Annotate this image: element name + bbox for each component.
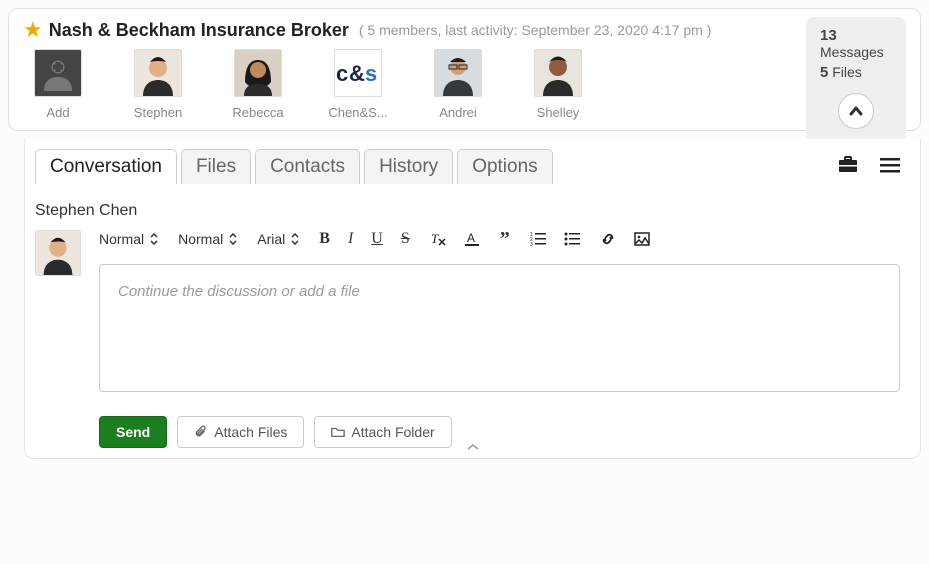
composer-actions: Send Attach Files Attach Folder xyxy=(99,416,900,448)
tab-contacts[interactable]: Contacts xyxy=(255,149,360,184)
composer-author: Stephen Chen xyxy=(35,202,900,220)
stat-files[interactable]: 5 Files xyxy=(820,64,862,81)
menu-icon[interactable] xyxy=(880,157,900,176)
messages-count: 13 xyxy=(820,27,837,44)
chevron-up-icon xyxy=(466,443,480,451)
image-button[interactable] xyxy=(634,230,650,248)
composer: Normal Normal Arial B I U S xyxy=(35,224,900,448)
members-row: Add Stephen Rebecca c & s Chen&S... xyxy=(23,49,906,120)
font-style-dropdown[interactable]: Normal xyxy=(99,231,158,247)
stats-box: 13 Messages 5 Files xyxy=(806,17,906,141)
member-label: Chen&S... xyxy=(328,105,387,120)
avatar: c & s xyxy=(334,49,382,97)
rte-toolbar: Normal Normal Arial B I U S xyxy=(99,224,900,254)
svg-text:3: 3 xyxy=(530,242,533,247)
svg-text:&: & xyxy=(349,61,365,85)
attach-folder-button[interactable]: Attach Folder xyxy=(314,416,451,448)
meta-text: 5 members, last activity: September 23, … xyxy=(367,22,702,38)
chevron-updown-icon xyxy=(150,233,158,245)
composer-avatar xyxy=(35,230,81,276)
add-member-avatar[interactable] xyxy=(34,49,82,97)
avatar xyxy=(134,49,182,97)
member-label: Stephen xyxy=(134,105,182,120)
tab-options[interactable]: Options xyxy=(457,149,552,184)
briefcase-icon[interactable] xyxy=(838,156,858,177)
avatar xyxy=(534,49,582,97)
svg-text:c: c xyxy=(336,61,348,85)
font-size-value: Normal xyxy=(178,231,223,247)
member-chens[interactable]: c & s Chen&S... xyxy=(323,49,393,120)
chevron-updown-icon xyxy=(229,233,237,245)
tab-files[interactable]: Files xyxy=(181,149,251,184)
tabs-row: Conversation Files Contacts History Opti… xyxy=(35,149,900,184)
svg-text:T: T xyxy=(431,231,439,246)
add-member-label: Add xyxy=(46,105,69,120)
italic-button[interactable]: I xyxy=(348,230,353,248)
message-placeholder: Continue the discussion or add a file xyxy=(118,283,360,300)
member-andrei[interactable]: Andrei xyxy=(423,49,493,120)
folder-icon xyxy=(331,425,345,439)
avatar xyxy=(434,49,482,97)
composer-body: Normal Normal Arial B I U S xyxy=(99,224,900,448)
attach-files-label: Attach Files xyxy=(214,424,287,440)
svg-text:A: A xyxy=(467,231,475,245)
link-button[interactable] xyxy=(600,230,616,248)
member-shelley[interactable]: Shelley xyxy=(523,49,593,120)
text-color-button[interactable]: A xyxy=(464,230,480,248)
bold-button[interactable]: B xyxy=(319,230,330,248)
member-rebecca[interactable]: Rebecca xyxy=(223,49,293,120)
tab-history[interactable]: History xyxy=(364,149,453,184)
tabs-right-actions xyxy=(838,156,900,177)
text-format-group: B I U S xyxy=(319,230,409,248)
insert-group xyxy=(600,230,650,248)
font-family-dropdown[interactable]: Arial xyxy=(257,231,299,247)
message-input[interactable]: Continue the discussion or add a file xyxy=(99,264,900,392)
font-family-value: Arial xyxy=(257,231,285,247)
tab-conversation[interactable]: Conversation xyxy=(35,149,177,184)
content-panel: Conversation Files Contacts History Opti… xyxy=(24,139,921,459)
panel-collapse-button[interactable] xyxy=(466,438,480,454)
ordered-list-button[interactable]: 123 xyxy=(530,230,546,248)
client-meta: ( 5 members, last activity: September 23… xyxy=(359,22,712,38)
list-group: 123 xyxy=(530,230,580,248)
member-label: Rebecca xyxy=(232,105,283,120)
add-member[interactable]: Add xyxy=(23,49,93,120)
messages-label: Messages xyxy=(820,44,884,60)
svg-text:s: s xyxy=(365,61,377,85)
strikethrough-button[interactable]: S xyxy=(401,230,410,248)
header-top-row: ★ Nash & Beckham Insurance Broker ( 5 me… xyxy=(23,17,906,43)
chevron-up-icon xyxy=(848,103,864,119)
add-plus-icon xyxy=(40,55,76,91)
member-label: Andrei xyxy=(439,105,477,120)
client-name: Nash & Beckham Insurance Broker xyxy=(49,20,349,41)
chevron-updown-icon xyxy=(291,233,299,245)
paperclip-icon xyxy=(194,425,208,439)
text-clear-color-group: T A xyxy=(430,230,480,248)
star-icon[interactable]: ★ xyxy=(23,17,43,43)
member-stephen[interactable]: Stephen xyxy=(123,49,193,120)
files-label: Files xyxy=(828,64,861,80)
font-size-dropdown[interactable]: Normal xyxy=(178,231,237,247)
avatar xyxy=(234,49,282,97)
tabs: Conversation Files Contacts History Opti… xyxy=(35,149,557,184)
collapse-header-button[interactable] xyxy=(838,93,874,129)
quote-button[interactable]: ” xyxy=(500,228,510,251)
attach-folder-label: Attach Folder xyxy=(351,424,434,440)
client-header: ★ Nash & Beckham Insurance Broker ( 5 me… xyxy=(8,8,921,131)
member-label: Shelley xyxy=(537,105,580,120)
stat-messages[interactable]: 13 Messages xyxy=(820,27,892,60)
clear-format-button[interactable]: T xyxy=(430,230,446,248)
font-style-value: Normal xyxy=(99,231,144,247)
underline-button[interactable]: U xyxy=(371,230,383,248)
attach-files-button[interactable]: Attach Files xyxy=(177,416,304,448)
meta-suffix: ) xyxy=(703,22,712,38)
unordered-list-button[interactable] xyxy=(564,230,580,248)
send-button[interactable]: Send xyxy=(99,416,167,448)
